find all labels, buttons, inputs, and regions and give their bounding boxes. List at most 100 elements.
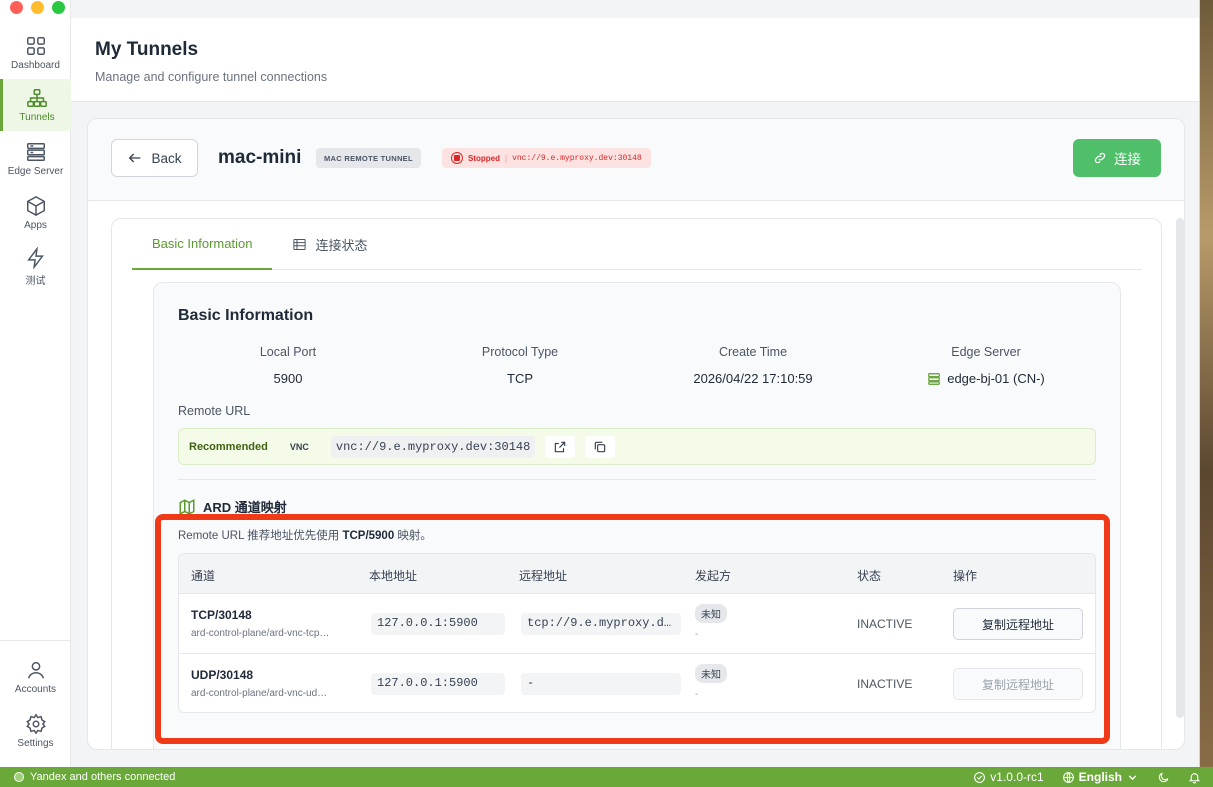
initiator-detail: -	[695, 629, 699, 640]
info-value: TCP	[410, 371, 630, 386]
copy-icon	[595, 441, 606, 452]
theme-toggle[interactable]	[1157, 771, 1170, 784]
sidebar-item-label: Dashboard	[11, 60, 60, 71]
tab-bar: Basic Information 连接状态	[132, 219, 1142, 270]
bolt-icon	[26, 247, 44, 269]
arrow-left-icon	[129, 153, 141, 163]
status-bar: Yandex and others connected v1.0.0-rc1 E…	[0, 767, 1213, 787]
table-header: 通道 本地地址 远程地址 发起方 状态 操作	[179, 554, 1095, 594]
sidebar-item-test[interactable]: 测试	[0, 241, 71, 293]
info-value-text: 5900	[273, 371, 303, 386]
sidebar-item-tunnels[interactable]: Tunnels	[0, 79, 71, 131]
initiator-detail: -	[695, 689, 699, 700]
status-text: Stopped	[468, 153, 500, 163]
cube-icon	[26, 195, 45, 217]
ard-note-bold: TCP/5900	[342, 530, 395, 542]
list-icon	[293, 239, 307, 250]
minimize-window-button[interactable]	[31, 1, 44, 14]
server-icon	[26, 143, 45, 161]
sidebar-item-label: Edge Server	[7, 166, 64, 177]
gear-icon	[25, 713, 46, 735]
tunnel-name: mac-mini	[218, 147, 302, 168]
initiator-badge: 未知	[695, 604, 727, 623]
table-row: UDP/30148 ard-control-plane/ard-vnc-ud… …	[179, 654, 1095, 712]
notifications-button[interactable]	[1188, 771, 1201, 784]
sidebar-item-edge-server[interactable]: Edge Server	[0, 133, 71, 185]
tunnel-detail-header: Back mac-mini MAC REMOTE TUNNEL Stopped …	[88, 119, 1184, 201]
copy-url-button[interactable]	[585, 435, 616, 458]
back-button-label: Back	[151, 150, 182, 166]
ard-title-text: ARD 通道映射	[203, 500, 287, 515]
bell-icon	[1188, 772, 1201, 783]
sidebar-item-apps[interactable]: Apps	[0, 187, 71, 239]
info-label: Create Time	[718, 345, 788, 359]
back-button[interactable]: Back	[111, 139, 198, 177]
network-icon	[27, 89, 47, 107]
map-icon	[179, 498, 195, 515]
ard-note: Remote URL 推荐地址优先使用 TCP/5900 映射。	[178, 527, 432, 543]
local-address: 127.0.0.1:5900	[371, 673, 505, 695]
channel-state: INACTIVE	[857, 617, 913, 631]
info-label: Protocol Type	[481, 345, 559, 359]
info-value-text: TCP	[507, 371, 533, 386]
version-indicator: v1.0.0-rc1	[973, 770, 1044, 784]
protocol-tag: VNC	[289, 441, 309, 452]
sidebar-item-label: Accounts	[14, 684, 57, 695]
tab-label: 连接状态	[315, 238, 368, 253]
desktop-background	[1200, 0, 1213, 787]
app-window: Dashboard Tunnels Edge Server Apps 测试 Ac…	[0, 0, 1200, 767]
check-circle-icon	[974, 771, 986, 783]
remote-address: tcp://9.e.myproxy.d…	[521, 613, 681, 635]
external-link-icon	[555, 441, 566, 452]
info-local-port: Local Port 5900	[178, 345, 398, 386]
connected-dot-icon	[14, 772, 24, 782]
status-separator: |	[505, 153, 508, 163]
status-badge: Stopped | vnc://9.e.myproxy.dev:30148	[442, 148, 651, 168]
sidebar-item-dashboard[interactable]: Dashboard	[0, 27, 71, 79]
info-value: 2026/04/22 17:10:59	[643, 371, 863, 386]
channel-path: ard-control-plane/ard-vnc-ud…	[191, 688, 328, 699]
zoom-window-button[interactable]	[52, 1, 65, 14]
remote-address: -	[521, 673, 681, 695]
ard-section-title: ARD 通道映射	[178, 497, 287, 516]
ard-mapping-table: 通道 本地地址 远程地址 发起方 状态 操作 TCP/30148 ard-con…	[178, 553, 1096, 713]
recommended-label: Recommended	[189, 440, 268, 453]
sidebar-divider	[0, 640, 71, 641]
window-controls	[10, 1, 65, 14]
language-selector[interactable]: English	[1062, 770, 1139, 784]
remote-url-label: Remote URL	[178, 404, 251, 418]
tab-basic-information[interactable]: Basic Information	[132, 219, 273, 270]
column-header: 通道	[191, 569, 216, 583]
connect-button[interactable]: 连接	[1073, 139, 1161, 177]
channel-state: INACTIVE	[857, 677, 913, 691]
language-text: English	[1078, 770, 1122, 784]
column-header: 远程地址	[519, 569, 568, 583]
channel-name: UDP/30148	[191, 668, 254, 682]
column-header: 操作	[953, 569, 978, 583]
moon-icon	[1158, 772, 1169, 782]
page-subtitle: Manage and configure tunnel connections	[95, 70, 328, 84]
ard-note-suffix: 映射。	[394, 530, 432, 542]
info-protocol-type: Protocol Type TCP	[410, 345, 630, 386]
sidebar-item-accounts[interactable]: Accounts	[0, 651, 71, 703]
user-icon	[27, 661, 44, 679]
initiator-badge: 未知	[695, 664, 727, 683]
sidebar-item-label: 测试	[25, 276, 46, 287]
info-edge-server: Edge Server edge-bj-01 (CN-)	[876, 345, 1096, 386]
scrollbar[interactable]	[1176, 218, 1184, 718]
copy-remote-address-button[interactable]: 复制远程地址	[953, 608, 1083, 640]
status-bar-right: v1.0.0-rc1 English	[973, 770, 1201, 784]
sidebar-item-settings[interactable]: Settings	[0, 705, 71, 757]
open-external-button[interactable]	[545, 435, 576, 458]
sidebar-item-label: Apps	[24, 220, 47, 231]
channel-path: ard-control-plane/ard-vnc-tcp…	[191, 628, 330, 639]
remote-url-row: Recommended VNC vnc://9.e.myproxy.dev:30…	[178, 428, 1096, 465]
grid-icon	[26, 37, 45, 55]
column-header: 状态	[857, 569, 882, 583]
globe-icon	[1062, 771, 1074, 783]
tunnel-type-badge: MAC REMOTE TUNNEL	[316, 148, 421, 168]
server-icon	[928, 372, 941, 385]
tab-connection-status[interactable]: 连接状态	[272, 219, 387, 270]
close-window-button[interactable]	[10, 1, 23, 14]
sidebar-item-label: Settings	[17, 738, 54, 749]
